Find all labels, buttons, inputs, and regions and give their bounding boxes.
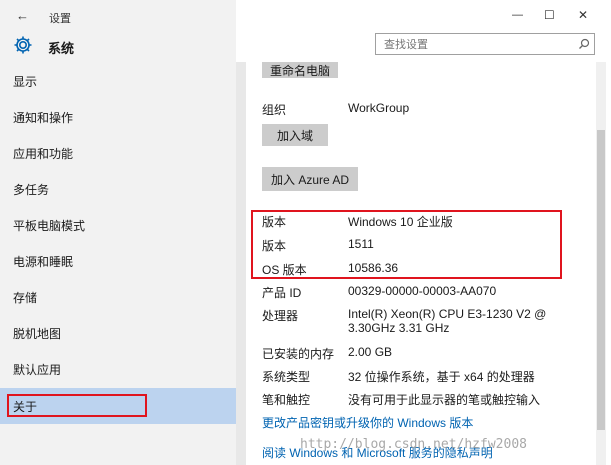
org-label: 组织 (262, 103, 287, 117)
maximize-button[interactable]: ☐ (544, 8, 555, 22)
search-box[interactable] (375, 33, 595, 55)
spec-value-system-type: 32 位操作系统，基于 x64 的处理器 (348, 370, 535, 384)
spec-label-system-type: 系统类型 (262, 370, 311, 384)
join-azure-ad-button[interactable]: 加入 Azure AD (262, 167, 358, 191)
rename-pc-button[interactable]: 重命名电脑 (262, 62, 338, 78)
sidebar-scrollbar[interactable] (236, 62, 246, 465)
sidebar-item-notifications[interactable]: 通知和操作 (13, 109, 73, 126)
spec-label-pen-touch: 笔和触控 (262, 393, 311, 407)
sidebar-item-power-sleep[interactable]: 电源和睡眠 (13, 253, 73, 270)
spec-value-product-id: 00329-00000-00003-AA070 (348, 284, 497, 298)
annotation-red-box-version (251, 210, 562, 279)
sidebar-item-multitasking[interactable]: 多任务 (13, 181, 49, 198)
spec-label-memory: 已安装的内存 (262, 347, 335, 361)
search-input[interactable] (382, 35, 576, 55)
annotation-red-box-about (7, 394, 147, 417)
sidebar-item-tablet-mode[interactable]: 平板电脑模式 (13, 217, 85, 234)
spec-value-processor: Intel(R) Xeon(R) CPU E3-1230 V2 @ (348, 307, 547, 321)
spec-value-memory: 2.00 GB (348, 345, 393, 359)
join-domain-button[interactable]: 加入域 (262, 124, 328, 146)
minimize-button[interactable]: — (512, 9, 523, 21)
search-icon[interactable] (578, 38, 590, 50)
window-title: 设置 (49, 13, 71, 25)
close-button[interactable]: ✕ (578, 8, 588, 22)
sidebar-item-storage[interactable]: 存储 (13, 289, 37, 306)
spec-value-pen-touch: 没有可用于此显示器的笔或触控输入 (348, 393, 541, 407)
content-scrollbar-thumb[interactable] (597, 130, 605, 430)
sidebar-item-apps[interactable]: 应用和功能 (13, 145, 73, 162)
spec-label-product-id: 产品 ID (262, 286, 302, 300)
sidebar-item-offline-maps[interactable]: 脱机地图 (13, 325, 61, 342)
spec-value-processor-speed: 3.30GHz 3.31 GHz (348, 321, 450, 335)
watermark: http://blog.csdn.net/hzfw2008 (300, 437, 527, 452)
spec-label-processor: 处理器 (262, 309, 299, 323)
gear-icon (14, 36, 32, 54)
page-title: 系统 (48, 41, 75, 56)
back-button[interactable]: ← (16, 8, 29, 23)
change-product-key-link[interactable]: 更改产品密钥或升级你的 Windows 版本 (262, 414, 473, 431)
org-value: WorkGroup (348, 101, 410, 115)
sidebar-item-default-apps[interactable]: 默认应用 (13, 361, 61, 378)
sidebar-item-display[interactable]: 显示 (13, 73, 37, 90)
